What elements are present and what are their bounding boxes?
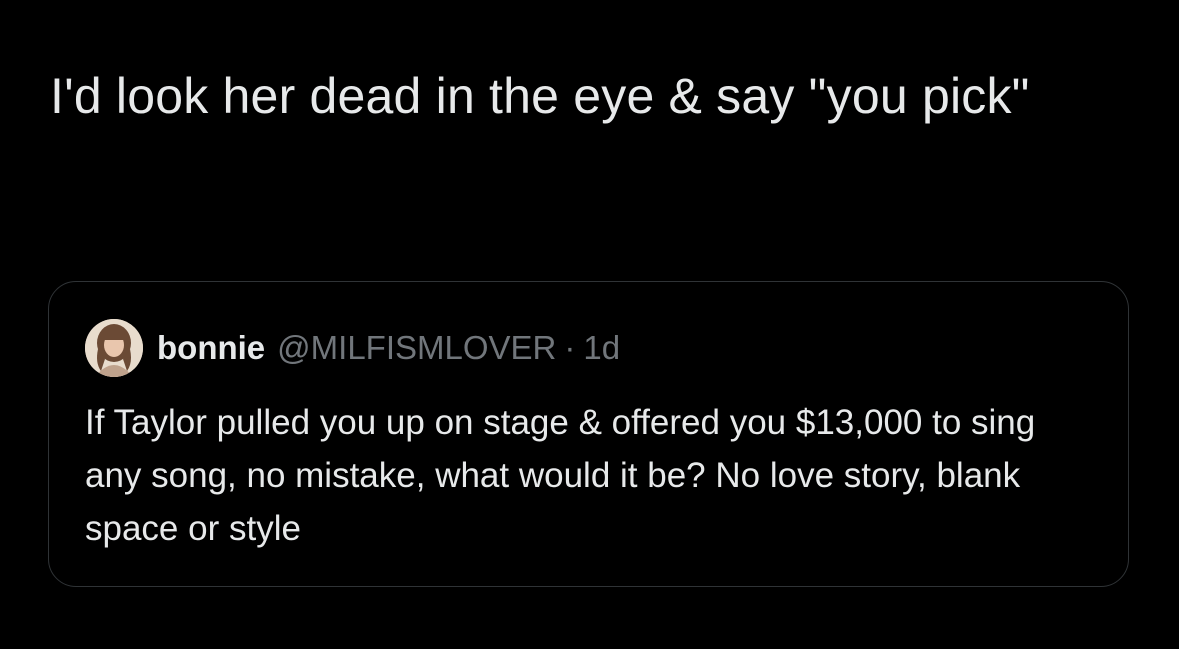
quoted-tweet-text: If Taylor pulled you up on stage & offer… — [85, 403, 1036, 548]
quoted-tweet-header: bonnie @MILFISMLOVER · 1d — [85, 318, 620, 378]
avatar[interactable] — [85, 319, 143, 377]
quoted-author-name[interactable]: bonnie — [157, 329, 265, 367]
quoted-tweet-card[interactable]: bonnie @MILFISMLOVER · 1d If Taylor pull… — [48, 281, 1129, 587]
separator-dot: · — [564, 329, 576, 366]
quoted-author-handle[interactable]: @MILFISMLOVER — [277, 329, 556, 367]
quoted-timestamp[interactable]: 1d — [583, 329, 620, 367]
avatar-image — [85, 319, 143, 377]
tweet-text: I'd look her dead in the eye & say "you … — [50, 68, 1030, 124]
